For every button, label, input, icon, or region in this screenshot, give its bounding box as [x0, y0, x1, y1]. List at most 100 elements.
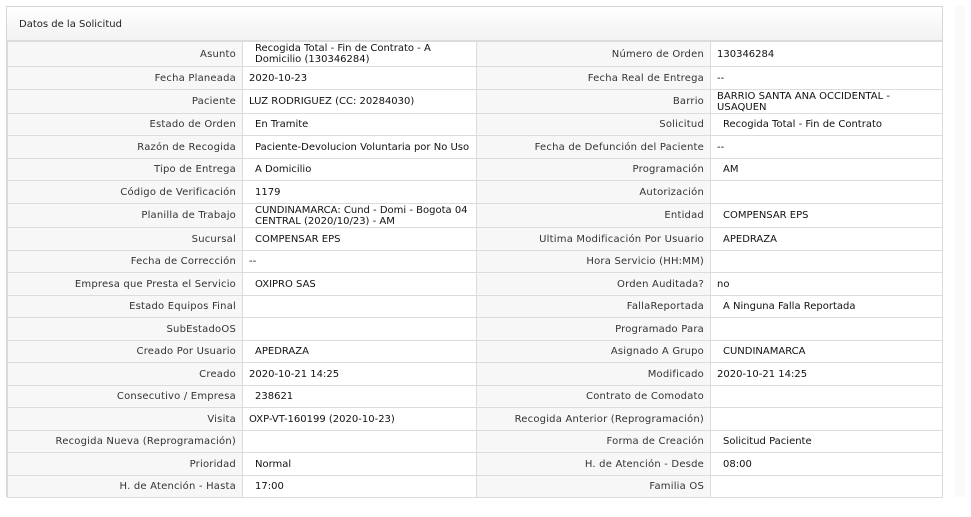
field-value: 2020-10-21 14:25 [242, 362, 477, 386]
field-label: Contrato de Comodato [476, 385, 711, 408]
field-label: Autorización [476, 180, 711, 204]
table-row: Estado de Orden En Tramite Solicitud Recogi… [7, 113, 943, 136]
field-label: Consecutivo / Empresa [7, 385, 243, 408]
field-value: 08:00 [710, 452, 943, 476]
field-label: Sucursal [7, 227, 243, 251]
field-value [710, 385, 943, 408]
field-label: Fecha de Corrección [7, 250, 243, 273]
field-label: Planilla de Trabajo [7, 203, 243, 228]
field-value-text: APEDRAZA [255, 346, 309, 357]
field-value: 130346284 [710, 41, 943, 67]
field-value-text: APEDRAZA [723, 233, 777, 245]
field-value-text: COMPENSAR EPS [255, 233, 341, 245]
field-value: -- [242, 250, 477, 273]
field-value: 2020-10-21 14:25 [710, 362, 943, 386]
field-label: Orden Auditada? [476, 272, 711, 296]
field-value: 17:00 [242, 475, 477, 498]
field-label: FallaReportada [476, 295, 711, 318]
field-value: -- [710, 66, 943, 90]
table-row: Asunto Recogida Total - Fin de Contrato -… [7, 41, 943, 67]
field-label: Programado Para [476, 317, 711, 341]
field-value: Recogida Total - Fin de Contrato [710, 113, 943, 136]
field-value-text: 238621 [255, 391, 294, 402]
field-value-text: 2020-10-23 [249, 72, 308, 84]
table-row: Creado Por Usuario APEDRAZA Asignado A Gru… [7, 340, 943, 363]
field-value-text: 2020-10-21 14:25 [717, 368, 808, 380]
table-row: Prioridad Normal H. de Atención - Desde 08:… [7, 452, 943, 476]
table-row: SubEstadoOS Programado Para [7, 317, 943, 341]
field-value-text: -- [717, 141, 725, 153]
field-value: COMPENSAR EPS [242, 227, 477, 251]
details-table-body: Asunto Recogida Total - Fin de Contrato -… [7, 41, 943, 498]
panel-header: Datos de la Solicitud [7, 7, 942, 41]
table-row: Paciente LUZ RODRIGUEZ (CC: 20284030) Barr… [7, 89, 943, 114]
field-value-text: BARRIO SANTA ANA OCCIDENTAL - USAQUEN [717, 90, 890, 113]
field-label: Fecha de Defunción del Paciente [476, 135, 711, 159]
field-value-text: A Ninguna Falla Reportada [723, 301, 856, 312]
field-value: 238621 [242, 385, 477, 408]
field-value-text: OXIPRO SAS [255, 278, 316, 290]
field-label: H. de Atención - Desde [476, 452, 711, 476]
field-label: Razón de Recogida [7, 135, 243, 159]
field-value: APEDRAZA [242, 340, 477, 363]
field-value: OXP-VT-160199 (2020-10-23) [242, 407, 477, 431]
field-label: Entidad [476, 203, 711, 228]
field-label: Programación [476, 158, 711, 181]
field-label: Asunto [7, 41, 243, 67]
table-row: Tipo de Entrega A Domicilio Programación AM [7, 158, 943, 181]
field-label: Asignado A Grupo [476, 340, 711, 363]
field-value [710, 475, 943, 498]
field-value-text: no [717, 278, 730, 290]
field-label: Visita [7, 407, 243, 431]
table-row: Recogida Nueva (Reprogramación) Forma de … [7, 430, 943, 453]
field-label: Forma de Creación [476, 430, 711, 453]
field-label: Fecha Planeada [7, 66, 243, 90]
field-value-text: Paciente-Devolucion Voluntaria por No Us… [255, 141, 470, 153]
field-label: Familia OS [476, 475, 711, 498]
field-label: Empresa que Presta el Servicio [7, 272, 243, 296]
field-value: Paciente-Devolucion Voluntaria por No Us… [242, 135, 477, 159]
table-row: Razón de Recogida Paciente-Devolucion Vol… [7, 135, 943, 159]
field-value: A Ninguna Falla Reportada [710, 295, 943, 318]
field-value: AM [710, 158, 943, 181]
field-value-text: CUNDINAMARCA [723, 346, 806, 357]
field-value [710, 407, 943, 431]
table-row: Fecha Planeada 2020-10-23 Fecha Real de En… [7, 66, 943, 90]
field-label: Estado Equipos Final [7, 295, 243, 318]
field-value-text: 130346284 [717, 48, 775, 60]
field-value-text: LUZ RODRIGUEZ (CC: 20284030) [249, 96, 415, 107]
field-value: Normal [242, 452, 477, 476]
field-label: Solicitud [476, 113, 711, 136]
field-label: Fecha Real de Entrega [476, 66, 711, 90]
field-value [710, 180, 943, 204]
field-value: 2020-10-23 [242, 66, 477, 90]
field-label: Estado de Orden [7, 113, 243, 136]
field-value [242, 317, 477, 341]
field-value: CUNDINAMARCA [710, 340, 943, 363]
field-value: 1179 [242, 180, 477, 204]
field-value [242, 295, 477, 318]
field-label: Barrio [476, 89, 711, 114]
field-label: H. de Atención - Hasta [7, 475, 243, 498]
field-label: Tipo de Entrega [7, 158, 243, 181]
table-row: Planilla de Trabajo CUNDINAMARCA: Cund - … [7, 203, 943, 228]
field-value: COMPENSAR EPS [710, 203, 943, 228]
field-value: BARRIO SANTA ANA OCCIDENTAL - USAQUEN [710, 89, 943, 114]
field-value [710, 250, 943, 273]
table-row: Empresa que Presta el Servicio OXIPRO SAS… [7, 272, 943, 296]
field-label: Recogida Anterior (Reprogramación) [476, 407, 711, 431]
field-label: Creado [7, 362, 243, 386]
field-value-text: 17:00 [255, 481, 284, 492]
field-value-text: Recogida Total - Fin de Contrato [723, 119, 883, 130]
solicitud-panel: Datos de la Solicitud Asunto Recogida Tot… [6, 6, 943, 498]
field-label: Recogida Nueva (Reprogramación) [7, 430, 243, 453]
details-table: Asunto Recogida Total - Fin de Contrato -… [7, 41, 943, 498]
field-value [242, 430, 477, 453]
field-value: Solicitud Paciente [710, 430, 943, 453]
field-label: Número de Orden [476, 41, 711, 67]
field-value-text: COMPENSAR EPS [723, 210, 809, 221]
field-label: Creado Por Usuario [7, 340, 243, 363]
scrollbar[interactable] [955, 6, 965, 497]
field-label: Paciente [7, 89, 243, 114]
field-value-text: CUNDINAMARCA: Cund - Domi - Bogota 04 CE… [255, 204, 468, 227]
